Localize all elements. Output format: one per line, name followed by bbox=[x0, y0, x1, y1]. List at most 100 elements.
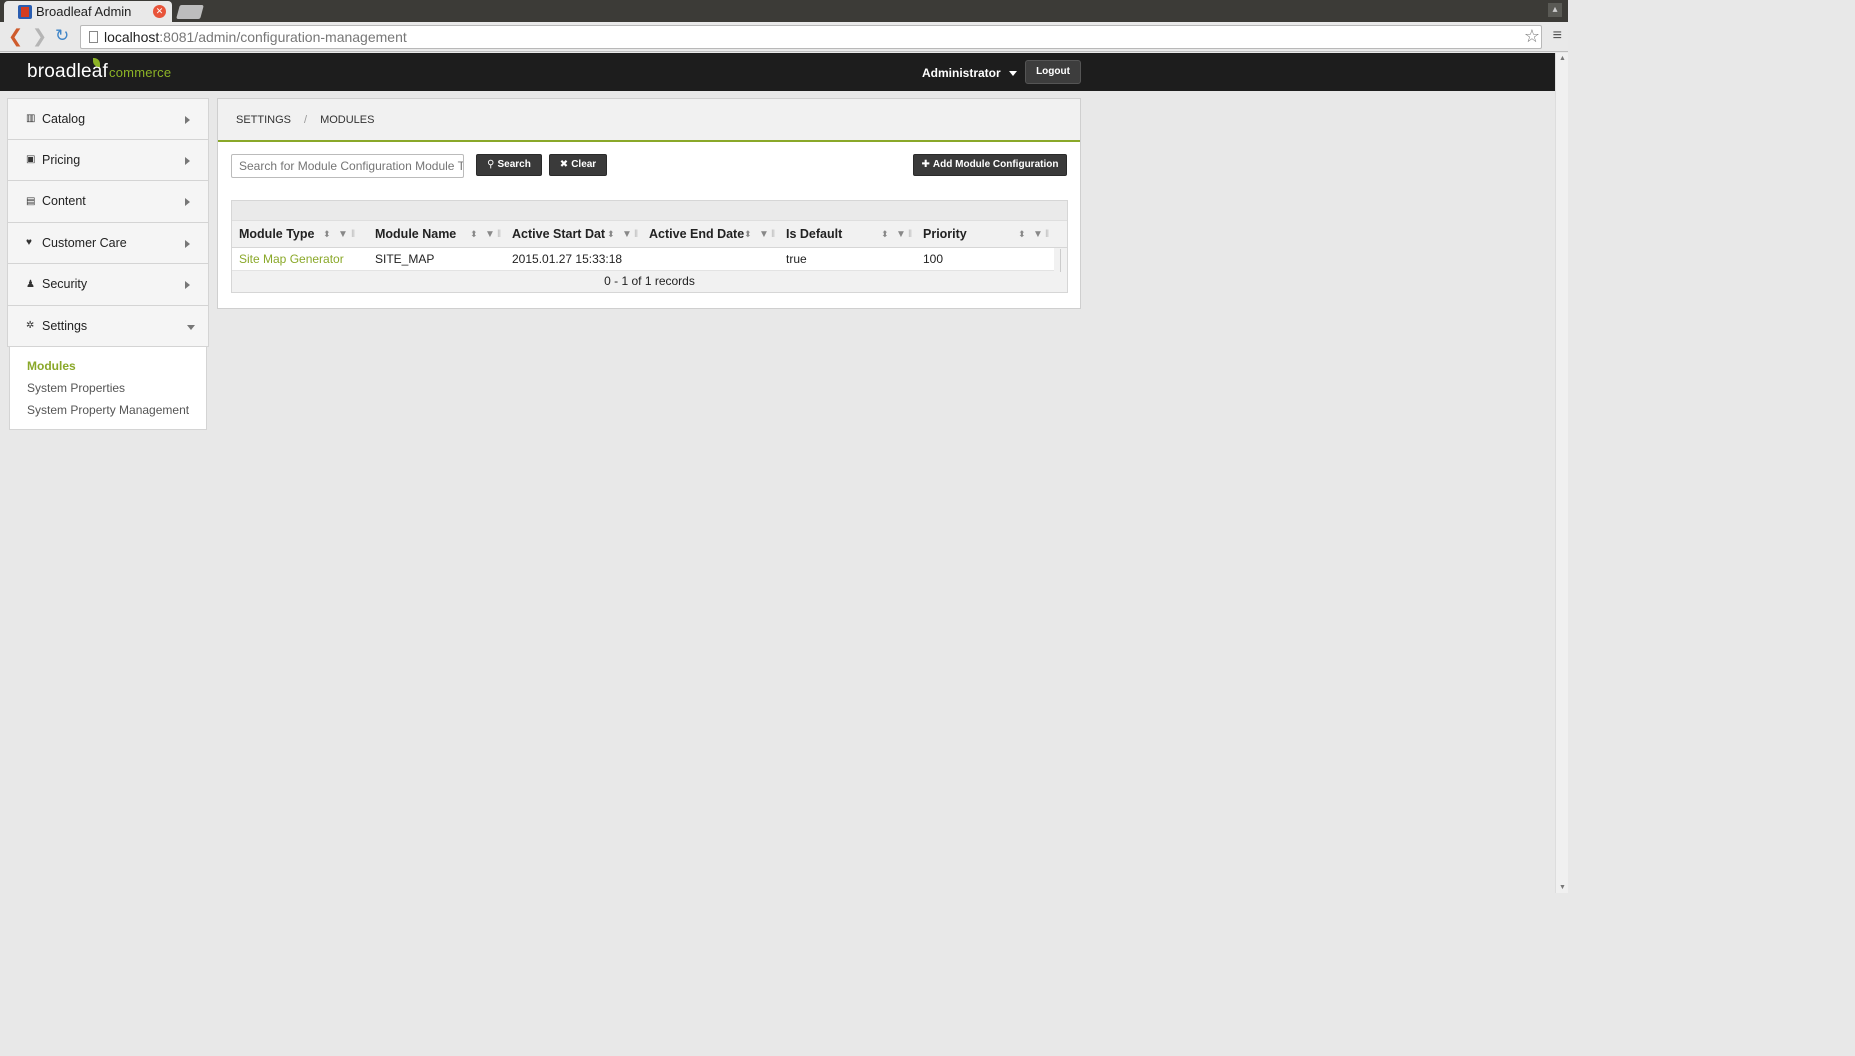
browser-menu-icon[interactable]: ≡ bbox=[1553, 28, 1562, 44]
column-label: Active Start Dat bbox=[512, 227, 606, 241]
browser-tab[interactable]: Broadleaf Admin ✕ bbox=[4, 1, 172, 22]
breadcrumb: SETTINGS / MODULES bbox=[218, 99, 1080, 142]
sidebar-item-security[interactable]: ♟ Security bbox=[7, 264, 209, 306]
add-module-configuration-button[interactable]: ✚ Add Module Configuration bbox=[913, 154, 1067, 176]
cell-module-type[interactable]: Site Map Generator bbox=[232, 248, 344, 271]
settings-subnav: Modules System Properties System Propert… bbox=[9, 347, 207, 430]
column-resize-handle[interactable]: ‖ bbox=[908, 221, 912, 248]
filter-icon[interactable]: ▼ bbox=[896, 221, 906, 248]
gear-icon: ✲ bbox=[26, 320, 35, 332]
list-grid: Module Type ⬍ ▼ ‖ Module Name ⬍ ▼ ‖ Acti… bbox=[231, 200, 1068, 293]
column-label: Priority bbox=[923, 227, 967, 241]
back-icon[interactable]: ❮ bbox=[8, 27, 23, 45]
chevron-right-icon bbox=[185, 281, 190, 289]
filter-icon[interactable]: ▼ bbox=[622, 221, 632, 248]
sort-icon[interactable]: ⬍ bbox=[881, 221, 889, 248]
chevron-right-icon bbox=[185, 198, 190, 206]
sort-icon[interactable]: ⬍ bbox=[744, 221, 752, 248]
scroll-down-icon[interactable]: ▼ bbox=[1559, 884, 1566, 891]
favicon-icon bbox=[18, 4, 32, 19]
column-label: Module Type bbox=[239, 227, 315, 241]
forward-icon[interactable]: ❯ bbox=[32, 27, 47, 45]
table-row[interactable]: Site Map Generator SITE_MAP 2015.01.27 1… bbox=[232, 248, 1054, 271]
filter-icon[interactable]: ▼ bbox=[1033, 221, 1043, 248]
column-resize-handle[interactable]: ‖ bbox=[771, 221, 775, 248]
clear-button[interactable]: ✖ Clear bbox=[549, 154, 607, 176]
filter-icon[interactable]: ▼ bbox=[485, 221, 495, 248]
column-header-active-start-date[interactable]: Active Start Dat ⬍ ▼ ‖ bbox=[505, 221, 643, 248]
sidebar-item-customer-care[interactable]: ♥ Customer Care bbox=[7, 222, 209, 264]
filter-icon[interactable]: ▼ bbox=[759, 221, 769, 248]
logo[interactable]: broadleafcommerce bbox=[27, 58, 171, 83]
user-menu[interactable]: Administrator bbox=[922, 66, 1017, 80]
grid-scrollbar[interactable] bbox=[1060, 249, 1061, 272]
sidebar-item-catalog[interactable]: ▥ Catalog bbox=[7, 98, 209, 140]
profile-icon[interactable]: ▴ bbox=[1548, 3, 1562, 17]
cell-priority: 100 bbox=[923, 252, 944, 266]
breadcrumb-current: MODULES bbox=[320, 113, 375, 126]
column-resize-handle[interactable]: ‖ bbox=[351, 221, 355, 248]
column-header-priority[interactable]: Priority ⬍ ▼ ‖ bbox=[916, 221, 1054, 248]
clear-button-label: Clear bbox=[571, 159, 597, 170]
cell-module-name: SITE_MAP bbox=[375, 252, 435, 266]
sidebar-item-label: Pricing bbox=[42, 152, 81, 167]
sort-icon[interactable]: ⬍ bbox=[470, 221, 478, 248]
column-header-active-end-date[interactable]: Active End Date ⬍ ▼ ‖ bbox=[642, 221, 780, 248]
chevron-right-icon bbox=[185, 156, 190, 165]
chevron-down-icon bbox=[187, 324, 195, 330]
breadcrumb-root[interactable]: SETTINGS bbox=[236, 114, 291, 126]
money-icon: ▣ bbox=[26, 154, 36, 166]
sidebar-item-label: Customer Care bbox=[42, 235, 127, 250]
filter-icon[interactable]: ▼ bbox=[338, 221, 348, 248]
grid-toolbar bbox=[232, 201, 1067, 221]
catalog-icon: ▥ bbox=[26, 113, 36, 125]
url-host: localhost bbox=[104, 29, 160, 45]
column-header-module-name[interactable]: Module Name ⬍ ▼ ‖ bbox=[368, 221, 506, 248]
subnav-item-modules[interactable]: Modules bbox=[27, 357, 206, 379]
sidebar-item-settings[interactable]: ✲ Settings bbox=[7, 305, 209, 347]
bookmark-star-icon[interactable]: ☆ bbox=[1524, 26, 1540, 47]
column-label: Is Default bbox=[786, 227, 843, 241]
user-icon: ♟ bbox=[26, 278, 35, 290]
sidebar-item-label: Content bbox=[42, 194, 86, 209]
sort-icon[interactable]: ⬍ bbox=[1018, 221, 1026, 248]
page-scrollbar[interactable]: ▲ ▼ bbox=[1555, 53, 1568, 893]
column-label: Module Name bbox=[375, 227, 457, 241]
browser-tab-bar: Broadleaf Admin ✕ ▴ bbox=[0, 0, 1568, 22]
new-tab-button[interactable] bbox=[176, 5, 204, 19]
close-icon: ✖ bbox=[559, 159, 569, 170]
scroll-up-icon[interactable]: ▲ bbox=[1559, 55, 1566, 62]
cell-active-start-date: 2015.01.27 15:33:18 bbox=[512, 252, 623, 266]
file-icon: ▤ bbox=[26, 195, 36, 207]
sort-icon[interactable]: ⬍ bbox=[607, 221, 615, 248]
column-label: Active End Date bbox=[649, 227, 745, 241]
search-button-label: Search bbox=[497, 159, 531, 170]
column-resize-handle[interactable]: ‖ bbox=[1045, 221, 1049, 248]
main-panel: SETTINGS / MODULES ⚲Search ✖Clear ✚Add M… bbox=[217, 98, 1081, 309]
column-resize-handle[interactable]: ‖ bbox=[497, 221, 501, 248]
sidebar-item-label: Security bbox=[42, 277, 88, 292]
chevron-right-icon bbox=[185, 239, 190, 248]
column-resize-handle[interactable]: ‖ bbox=[634, 221, 638, 248]
sidebar-item-label: Catalog bbox=[42, 111, 86, 126]
column-header-module-type[interactable]: Module Type ⬍ ▼ ‖ bbox=[232, 221, 369, 248]
address-bar[interactable]: localhost:8081/admin/configuration-manag… bbox=[80, 25, 1542, 49]
sidebar-item-label: Settings bbox=[42, 318, 88, 333]
browser-toolbar: ❮ ❯ ↻ localhost:8081/admin/configuration… bbox=[0, 22, 1568, 52]
search-button[interactable]: ⚲ Search bbox=[476, 154, 542, 176]
url-path: :8081/admin/configuration-management bbox=[159, 29, 407, 45]
sidebar-item-content[interactable]: ▤ Content bbox=[7, 181, 209, 223]
cell-active-end-date bbox=[642, 248, 649, 271]
subnav-item-system-properties[interactable]: System Properties bbox=[27, 379, 206, 401]
column-header-is-default[interactable]: Is Default ⬍ ▼ ‖ bbox=[779, 221, 917, 248]
reload-icon[interactable]: ↻ bbox=[55, 27, 69, 45]
heart-icon: ♥ bbox=[26, 237, 32, 249]
logout-button[interactable]: Logout bbox=[1025, 60, 1081, 84]
search-input[interactable] bbox=[231, 154, 464, 178]
search-icon: ⚲ bbox=[487, 159, 495, 170]
sort-icon[interactable]: ⬍ bbox=[323, 221, 331, 248]
user-menu-label: Administrator bbox=[922, 66, 1001, 80]
subnav-item-system-property-management[interactable]: System Property Management bbox=[27, 401, 206, 423]
close-tab-icon[interactable]: ✕ bbox=[153, 5, 166, 18]
sidebar-item-pricing[interactable]: ▣ Pricing bbox=[7, 139, 209, 181]
